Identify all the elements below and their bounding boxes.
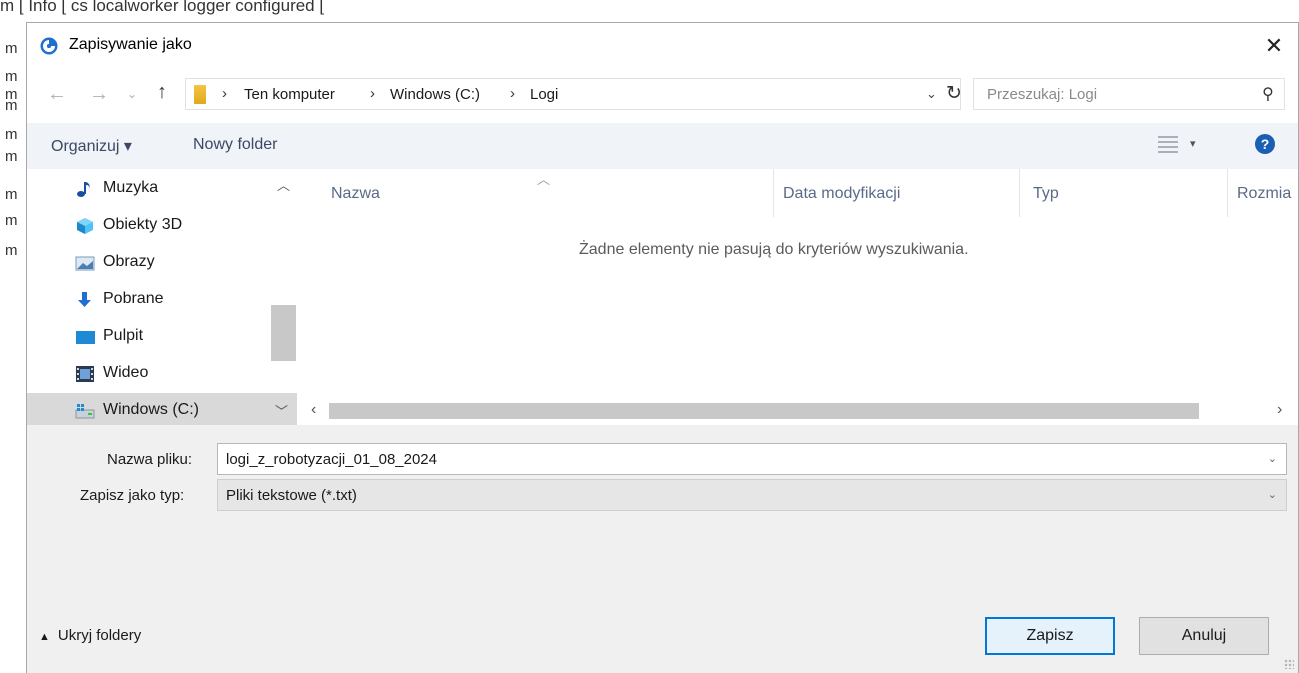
view-options-icon[interactable] [1158,136,1178,154]
video-icon [76,366,94,382]
sort-ascending-icon: ︿ [537,172,551,187]
chevron-down-icon[interactable]: ⌄ [926,86,937,102]
console-line-marker: m [5,186,18,203]
console-line-marker: m [5,40,18,57]
nav-label: Muzyka [103,179,159,196]
pictures-icon [75,256,95,271]
breadcrumb-logi[interactable]: Logi [530,86,558,103]
console-log-line: m [ Info [ cs localworker logger configu… [0,0,325,15]
filename-value: logi_z_robotyzacji_01_08_2024 [226,451,437,468]
nav-label: Obrazy [103,253,155,270]
nav-label: Wideo [103,364,149,381]
view-dropdown-icon[interactable]: ▾ [1190,137,1196,150]
organize-button[interactable]: Organizuj ▾ [51,136,132,156]
filename-label: Nazwa pliku: [107,451,193,468]
back-arrow-icon[interactable]: ← [47,83,67,106]
recent-locations-chevron-icon[interactable]: ⌄ [127,87,137,101]
navigation-pane: Muzyka Obiekty 3D Obrazy Pobrane Pulpit … [27,169,297,429]
console-line-marker: m [5,212,18,229]
chevron-right-icon[interactable]: › [370,85,375,102]
filetype-select[interactable]: Pliki tekstowe (*.txt) ⌄ [217,479,1287,511]
scroll-down-icon[interactable]: ﹀ [275,401,288,420]
cancel-button[interactable]: Anuluj [1139,617,1269,655]
music-icon [77,182,90,197]
console-line-marker: m [5,97,18,114]
search-icon[interactable]: ⚲ [1262,84,1274,104]
scroll-left-icon[interactable]: ‹ [311,401,316,419]
title-bar: Zapisywanie jako ✕ [27,23,1298,69]
column-divider[interactable] [1227,169,1228,217]
hide-folders-label: Ukryj foldery [57,627,142,644]
column-header-size[interactable]: Rozmia [1237,185,1291,203]
filetype-value: Pliki tekstowe (*.txt) [226,487,357,504]
scroll-right-icon[interactable]: › [1277,401,1282,419]
empty-results-message: Żadne elementy nie pasują do kryteriów w… [579,241,969,258]
nav-item-windows-c[interactable]: Windows (C:) [27,393,297,429]
nav-label: Windows (C:) [103,401,200,418]
up-arrow-icon[interactable]: ↑ [157,81,167,104]
nav-label: Pulpit [103,327,144,344]
address-bar[interactable]: › Ten komputer › Windows (C:) › Logi ⌄ ↻ [185,78,962,110]
help-icon[interactable]: ? [1255,134,1275,154]
objects-3d-icon [77,218,93,234]
console-line-marker: m [5,126,18,143]
downloads-icon [78,292,91,307]
search-input[interactable]: Przeszukaj: Logi ⚲ [973,78,1285,110]
close-button[interactable]: ✕ [1250,23,1298,69]
close-icon: ✕ [1264,33,1284,58]
breadcrumb-this-pc[interactable]: Ten komputer [244,86,335,103]
nav-scrollbar-thumb[interactable] [271,305,296,361]
console-line-marker: m [5,148,18,165]
chevron-down-icon[interactable]: ⌄ [1268,452,1277,465]
nav-item-pobrane[interactable]: Pobrane [27,282,297,318]
nav-label: Pobrane [103,290,164,307]
chevron-right-icon[interactable]: › [222,85,227,102]
filename-field[interactable]: logi_z_robotyzacji_01_08_2024 ⌄ [217,443,1287,475]
column-header-name[interactable]: Nazwa [331,185,380,203]
dialog-title: Zapisywanie jako [69,36,192,53]
filetype-label: Zapisz jako typ: [80,487,185,504]
folder-icon [194,85,206,104]
scroll-up-icon[interactable]: ︿ [277,175,290,194]
column-header-type[interactable]: Typ [1033,185,1059,203]
forward-arrow-icon[interactable]: → [89,83,109,106]
search-placeholder: Przeszukaj: Logi [987,86,1098,103]
chevron-right-icon[interactable]: › [510,85,515,102]
nav-item-pulpit[interactable]: Pulpit [27,319,297,355]
column-divider[interactable] [773,169,774,217]
nav-item-muzyka[interactable]: Muzyka [27,171,297,207]
desktop-icon [76,331,95,344]
console-line-marker: m [5,68,18,85]
nav-item-obiekty-3d[interactable]: Obiekty 3D [27,208,297,244]
horizontal-scrollbar[interactable]: ‹ › [297,399,1299,423]
column-divider[interactable] [1019,169,1020,217]
nav-item-wideo[interactable]: Wideo [27,356,297,392]
chevron-down-icon[interactable]: ⌄ [1268,488,1277,501]
save-as-dialog: Zapisywanie jako ✕ ← → ⌄ ↑ › Ten kompute… [26,22,1299,673]
refresh-icon[interactable]: ↻ [946,82,962,105]
column-header-date[interactable]: Data modyfikacji [783,185,900,203]
resize-grip-icon[interactable] [1284,659,1294,669]
nav-item-obrazy[interactable]: Obrazy [27,245,297,281]
app-icon [40,37,58,55]
file-list: ︿ Nazwa Data modyfikacji Typ Rozmia Żadn… [297,169,1299,425]
drive-icon [75,404,95,419]
save-options-panel: Nazwa pliku: logi_z_robotyzacji_01_08_20… [27,425,1298,673]
new-folder-button[interactable]: Nowy folder [193,136,277,154]
nav-label: Obiekty 3D [103,216,183,233]
hide-folders-toggle[interactable]: ▲ Ukryj foldery [39,627,141,644]
save-button[interactable]: Zapisz [985,617,1115,655]
chevron-up-icon: ▲ [39,631,50,643]
navigation-row: ← → ⌄ ↑ › Ten komputer › Windows (C:) › … [27,69,1298,119]
command-toolbar: Organizuj ▾ Nowy folder ▾ [27,123,1298,169]
breadcrumb-windows-c[interactable]: Windows (C:) [390,86,480,103]
console-line-marker: m [5,242,18,259]
horizontal-scrollbar-thumb[interactable] [329,403,1199,419]
